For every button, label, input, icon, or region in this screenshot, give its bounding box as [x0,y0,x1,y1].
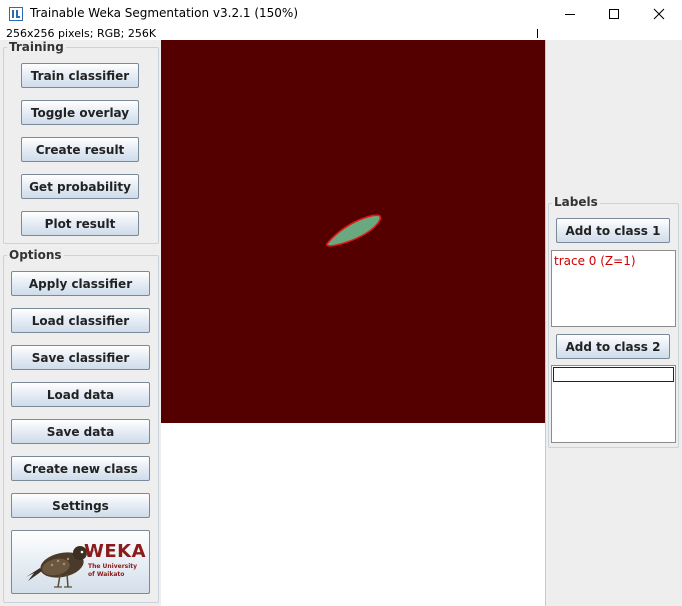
settings-button[interactable]: Settings [11,493,150,518]
load-classifier-button[interactable]: Load classifier [11,308,150,333]
title-bar: Trainable Weka Segmentation v3.2.1 (150%… [0,0,682,28]
toggle-overlay-button[interactable]: Toggle overlay [21,100,139,125]
segmentation-overlay [325,214,382,247]
weka-logo-button[interactable]: WEKA The University of Waikato [11,530,150,594]
image-info-text: 256x256 pixels; RGB; 256K [6,28,156,40]
training-panel-label: Training [7,40,66,54]
create-result-button[interactable]: Create result [21,137,139,162]
close-icon [653,8,665,20]
weka-logo-subtitle-2: of Waikato [88,571,125,578]
add-to-class-1-button[interactable]: Add to class 1 [556,218,670,243]
create-new-class-button[interactable]: Create new class [11,456,150,481]
class-1-trace-list[interactable]: trace 0 (Z=1) [551,250,676,327]
image-info-bar: 256x256 pixels; RGB; 256K [0,28,682,40]
weka-logo-subtitle-1: The University [88,563,138,570]
save-classifier-button[interactable]: Save classifier [11,345,150,370]
imagej-app-icon [9,7,23,21]
close-button[interactable] [636,0,682,28]
minimize-icon [565,14,575,15]
maximize-icon [609,9,619,19]
add-to-class-2-button[interactable]: Add to class 2 [556,334,670,359]
trace-list-item[interactable]: trace 0 (Z=1) [554,254,636,268]
train-classifier-button[interactable]: Train classifier [21,63,139,88]
plot-result-button[interactable]: Plot result [21,211,139,236]
class-2-selection-outline [553,367,674,382]
weka-logo-text: WEKA [84,541,147,562]
get-probability-button[interactable]: Get probability [21,174,139,199]
apply-classifier-button[interactable]: Apply classifier [11,271,150,296]
options-panel-label: Options [7,248,64,262]
minimize-button[interactable] [547,0,593,28]
class-2-trace-list[interactable] [551,365,676,443]
segmented-region [325,214,382,247]
segmentation-image-canvas[interactable] [161,40,545,423]
maximize-button[interactable] [591,0,637,28]
window-title: Trainable Weka Segmentation v3.2.1 (150%… [30,6,299,20]
status-caret [537,29,538,38]
labels-panel-label: Labels [552,195,600,209]
load-data-button[interactable]: Load data [11,382,150,407]
image-canvas-empty-area [161,423,545,606]
save-data-button[interactable]: Save data [11,419,150,444]
